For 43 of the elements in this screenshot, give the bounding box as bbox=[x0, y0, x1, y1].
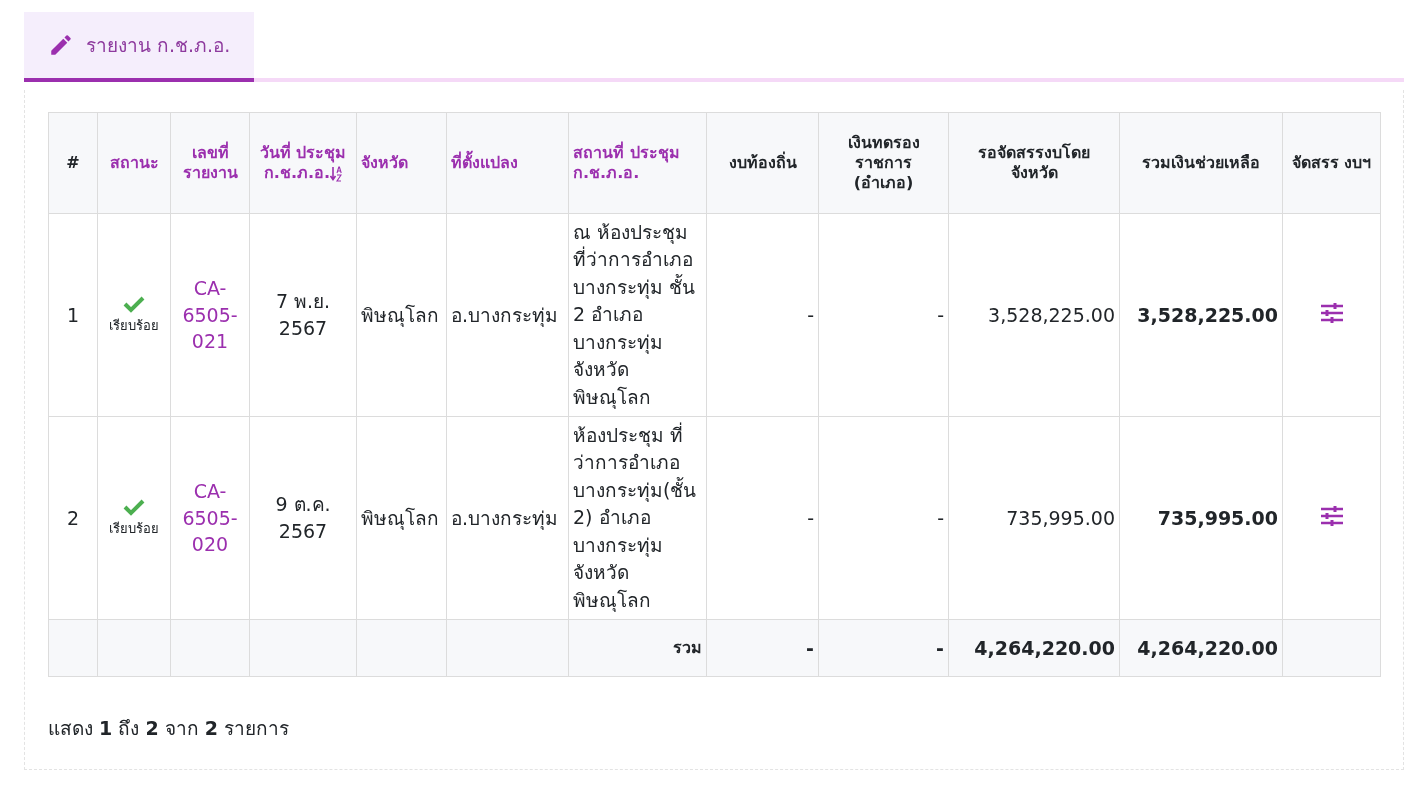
column-header: # bbox=[48, 112, 98, 214]
sort-icon[interactable] bbox=[330, 164, 343, 183]
plot-location-cell: อ.บางกระทุ่ม bbox=[446, 213, 569, 417]
sum-label: รวม bbox=[568, 619, 707, 677]
sliders-icon bbox=[1319, 301, 1344, 324]
column-header[interactable]: เลขที่ รายงาน bbox=[170, 112, 250, 214]
total-amount-cell: 735,995.00 bbox=[1119, 416, 1283, 620]
venue-cell: ห้องประชุม ที่ว่าการอำเภอ บางกระทุ่ม(ชั้น 2) อำเภอ บางกระทุ่ม จังหวัด พิษณุโลก bbox=[568, 416, 707, 620]
column-header: งบท้องถิ่น bbox=[706, 112, 819, 214]
pending-amount-cell: 735,995.00 bbox=[948, 416, 1120, 620]
meeting-date: 9 ต.ค. 2567 bbox=[249, 416, 357, 620]
province-cell: พิษณุโลก bbox=[356, 416, 447, 620]
column-header[interactable]: จังหวัด bbox=[356, 112, 447, 214]
local-budget-cell: - bbox=[706, 416, 819, 620]
pencil-icon bbox=[48, 32, 74, 58]
pending-amount-cell: 3,528,225.00 bbox=[948, 213, 1120, 417]
pagination-summary: แสดง 1 ถึง 2 จาก 2 รายการ bbox=[48, 716, 290, 741]
advance-cell: - bbox=[818, 416, 949, 620]
sum-advance: - bbox=[818, 619, 949, 677]
column-header[interactable]: สถานะ bbox=[97, 112, 171, 214]
venue-cell: ณ ห้องประชุม ที่ว่าการอำเภอ บางกระทุ่ม ชั้น 2 อำเภอ บางกระทุ่ม จังหวัด พิษณุโลก bbox=[568, 213, 707, 417]
plot-location-cell: อ.บางกระทุ่ม bbox=[446, 416, 569, 620]
local-budget-cell: - bbox=[706, 213, 819, 417]
row-number: 1 bbox=[48, 213, 98, 417]
sum-local-budget: - bbox=[706, 619, 819, 677]
status-text: เรียบร้อย bbox=[109, 316, 159, 335]
sum-total: 4,264,220.00 bbox=[1119, 619, 1283, 677]
status-text: เรียบร้อย bbox=[109, 519, 159, 538]
column-header: รอจัดสรรงบโดย จังหวัด bbox=[948, 112, 1120, 214]
column-header: จัดสรร งบฯ bbox=[1282, 112, 1381, 214]
column-header: รวมเงินช่วยเหลือ bbox=[1119, 112, 1283, 214]
column-header[interactable]: สถานที่ ประชุม ก.ช.ภ.อ. bbox=[568, 112, 707, 214]
column-header: เงินทดรอง ราชการ (อำเภอ) bbox=[818, 112, 949, 214]
row-number: 2 bbox=[48, 416, 98, 620]
advance-cell: - bbox=[818, 213, 949, 417]
report-tab[interactable]: รายงาน ก.ช.ภ.อ. bbox=[24, 12, 255, 82]
sum-pending: 4,264,220.00 bbox=[948, 619, 1120, 677]
province-cell: พิษณุโลก bbox=[356, 213, 447, 417]
meeting-date: 7 พ.ย. 2567 bbox=[249, 213, 357, 417]
column-header[interactable]: ที่ตั้งแปลง bbox=[446, 112, 569, 214]
column-header[interactable]: วันที่ ประชุม ก.ช.ภ.อ. bbox=[249, 112, 357, 214]
total-amount-cell: 3,528,225.00 bbox=[1119, 213, 1283, 417]
sliders-icon bbox=[1319, 504, 1344, 527]
